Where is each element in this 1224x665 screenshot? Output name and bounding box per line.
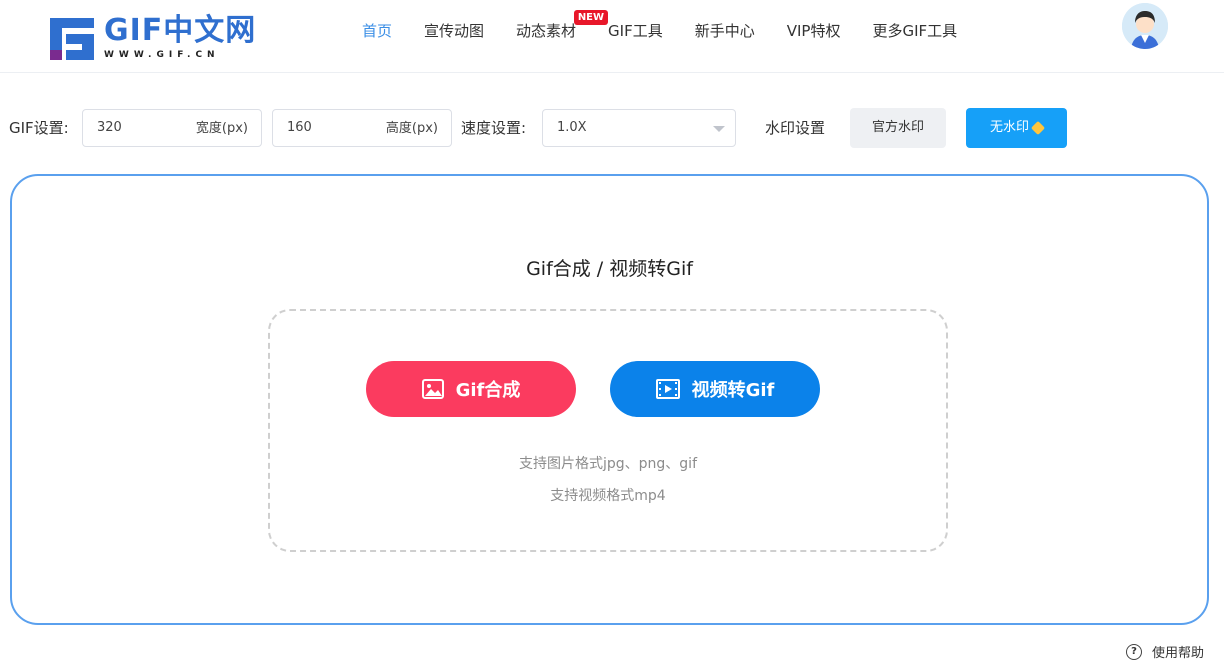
video-to-gif-label: 视频转Gif [691,380,775,401]
gif-settings-label: GIF设置: [9,119,69,137]
height-unit-label: 高度(px) [385,121,438,136]
site-logo[interactable]: GIF中文网 WWW.GIF.CN [48,14,256,62]
upload-panel: Gif合成 / 视频转Gif Gif合成 视频转Gif 支持图片格式jpg、pn… [10,174,1209,625]
help-link[interactable]: ? 使用帮助 [1126,642,1204,661]
nav-item-label: 动态素材 [516,22,577,40]
new-badge: NEW [573,10,609,25]
top-header: GIF中文网 WWW.GIF.CN 首页 宣传动图 动态素材 NEW GIF工具… [0,0,1224,73]
main-nav: 首页 宣传动图 动态素材 NEW GIF工具 新手中心 VIP特权 更多GIF工… [362,10,989,42]
official-watermark-button[interactable]: 官方水印 [850,108,946,148]
no-watermark-label: 无水印 [989,120,1029,135]
help-label: 使用帮助 [1152,646,1205,661]
image-format-hint: 支持图片格式jpg、png、gif [518,456,697,472]
logo-title: GIF中文网 [104,13,257,48]
gif-compose-label: Gif合成 [455,380,521,401]
width-unit-label: 宽度(px) [195,121,248,136]
help-question-icon: ? [1126,643,1142,660]
nav-item-beginner-center[interactable]: 新手中心 [695,20,755,42]
video-to-gif-button[interactable]: 视频转Gif [610,361,820,417]
nav-item-dynamic-assets[interactable]: 动态素材 NEW [516,10,609,42]
video-format-hint: 支持视频格式mp4 [550,488,666,504]
logo-subtitle: WWW.GIF.CN [104,50,220,60]
diamond-vip-icon [1030,120,1046,135]
chevron-down-icon [713,126,725,132]
nav-item-home[interactable]: 首页 [362,20,392,42]
nav-item-vip[interactable]: VIP特权 [787,20,841,42]
user-avatar[interactable] [1122,3,1168,49]
watermark-settings-label: 水印设置 [765,119,826,137]
no-watermark-button[interactable]: 无水印 [966,108,1067,148]
settings-bar: GIF设置: 宽度(px) 高度(px) 速度设置: 水印设置 官方水印 无水印 [0,108,1224,148]
height-field[interactable]: 高度(px) [272,109,452,147]
logo-mark-icon [48,14,96,62]
nav-item-promo-gifs[interactable]: 宣传动图 [424,20,484,42]
avatar-person-icon [1122,3,1168,49]
width-field[interactable]: 宽度(px) [82,109,262,147]
nav-item-gif-tools[interactable]: GIF工具 [608,20,663,42]
speed-settings-label: 速度设置: [461,119,527,137]
panel-title: Gif合成 / 视频转Gif [526,258,693,280]
gif-compose-button[interactable]: Gif合成 [366,361,576,417]
nav-item-more-tools[interactable]: 更多GIF工具 [872,20,957,42]
speed-select-value[interactable] [543,110,735,146]
upload-dropzone[interactable]: Gif合成 视频转Gif 支持图片格式jpg、png、gif 支持视频格式mp4 [268,309,948,552]
film-icon [655,379,680,399]
image-icon [421,379,444,399]
speed-select[interactable] [542,109,736,147]
